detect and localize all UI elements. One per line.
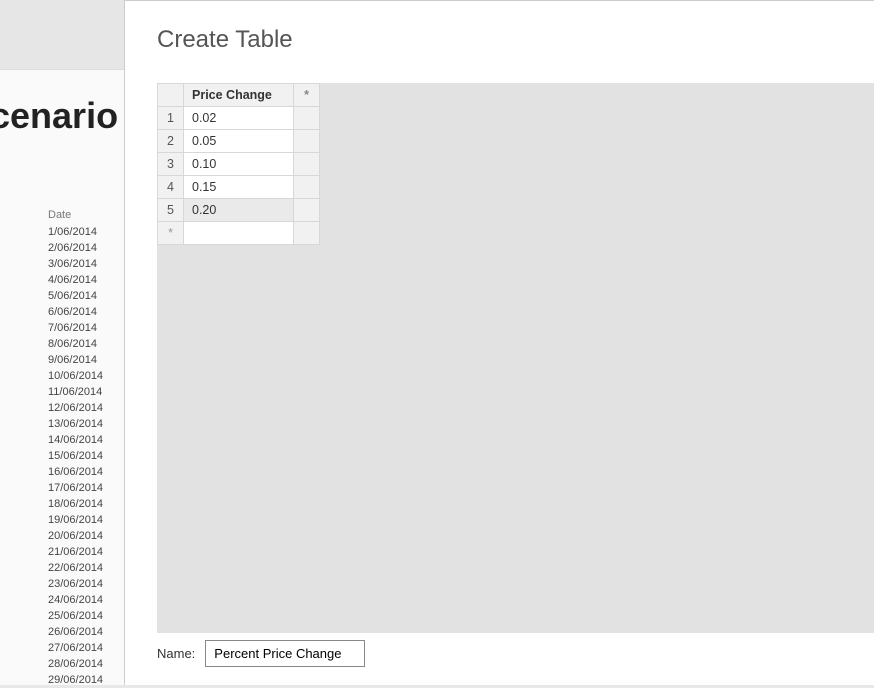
date-cell: 5/06/2014 <box>48 288 103 304</box>
date-cell: 23/06/2014 <box>48 576 103 592</box>
column-header-price-change[interactable]: Price Change <box>184 84 294 107</box>
empty-add-cell <box>294 222 320 245</box>
background-page-title: cenario <box>0 95 118 137</box>
date-cell: 24/06/2014 <box>48 592 103 608</box>
date-cell: 4/06/2014 <box>48 272 103 288</box>
empty-add-cell <box>294 130 320 153</box>
table-row[interactable]: 20.05 <box>158 130 320 153</box>
table-name-input[interactable] <box>205 640 365 667</box>
date-column-header: Date <box>48 209 103 221</box>
price-change-cell[interactable]: 0.20 <box>184 199 294 222</box>
row-number-cell: 4 <box>158 176 184 199</box>
date-cell: 8/06/2014 <box>48 336 103 352</box>
date-cell: 16/06/2014 <box>48 464 103 480</box>
date-cell: 27/06/2014 <box>48 640 103 656</box>
new-row[interactable]: * <box>158 222 320 245</box>
price-change-cell[interactable]: 0.02 <box>184 107 294 130</box>
empty-add-cell <box>294 176 320 199</box>
price-change-cell[interactable]: 0.10 <box>184 153 294 176</box>
price-change-cell[interactable]: 0.15 <box>184 176 294 199</box>
row-number-cell: 3 <box>158 153 184 176</box>
date-cell: 17/06/2014 <box>48 480 103 496</box>
dialog-body: Price Change * 10.0220.0530.1040.1550.20… <box>157 83 874 633</box>
new-row-cell[interactable] <box>184 222 294 245</box>
table-row[interactable]: 50.20 <box>158 199 320 222</box>
date-cell: 10/06/2014 <box>48 368 103 384</box>
date-cell: 3/06/2014 <box>48 256 103 272</box>
date-cell: 18/06/2014 <box>48 496 103 512</box>
row-number-cell: 5 <box>158 199 184 222</box>
row-number-header <box>158 84 184 107</box>
background-date-column: Date 1/06/20142/06/20143/06/20144/06/201… <box>48 209 103 688</box>
date-cell: 6/06/2014 <box>48 304 103 320</box>
date-cell: 9/06/2014 <box>48 352 103 368</box>
date-cell: 20/06/2014 <box>48 528 103 544</box>
row-number-cell: 2 <box>158 130 184 153</box>
table-row[interactable]: 10.02 <box>158 107 320 130</box>
dialog-title: Create Table <box>125 1 874 74</box>
date-cell: 22/06/2014 <box>48 560 103 576</box>
date-cell: 28/06/2014 <box>48 656 103 672</box>
table-name-row: Name: <box>157 640 365 667</box>
date-cell: 26/06/2014 <box>48 624 103 640</box>
table-wrap: Price Change * 10.0220.0530.1040.1550.20… <box>157 83 320 245</box>
date-cell: 11/06/2014 <box>48 384 103 400</box>
table-name-label: Name: <box>157 646 195 661</box>
date-cell: 25/06/2014 <box>48 608 103 624</box>
row-number-cell: 1 <box>158 107 184 130</box>
date-cell: 7/06/2014 <box>48 320 103 336</box>
date-cell: 2/06/2014 <box>48 240 103 256</box>
create-table-grid[interactable]: Price Change * 10.0220.0530.1040.1550.20… <box>157 83 320 245</box>
date-cell: 14/06/2014 <box>48 432 103 448</box>
date-cell: 29/06/2014 <box>48 672 103 688</box>
empty-add-cell <box>294 107 320 130</box>
price-change-cell[interactable]: 0.05 <box>184 130 294 153</box>
date-cell: 12/06/2014 <box>48 400 103 416</box>
table-row[interactable]: 40.15 <box>158 176 320 199</box>
date-cell: 19/06/2014 <box>48 512 103 528</box>
table-row[interactable]: 30.10 <box>158 153 320 176</box>
date-cell: 1/06/2014 <box>48 224 103 240</box>
empty-add-cell <box>294 153 320 176</box>
date-cell: 13/06/2014 <box>48 416 103 432</box>
new-row-marker: * <box>158 222 184 245</box>
date-cell: 21/06/2014 <box>48 544 103 560</box>
empty-add-cell <box>294 199 320 222</box>
date-cell: 15/06/2014 <box>48 448 103 464</box>
create-table-dialog: Create Table Price Change * 10.0220.0530… <box>124 0 874 685</box>
add-column-button[interactable]: * <box>294 84 320 107</box>
